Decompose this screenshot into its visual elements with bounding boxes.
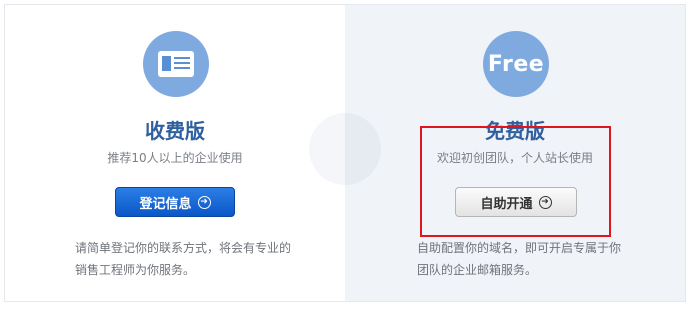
business-card-icon [143, 31, 209, 97]
divider-circle [309, 113, 381, 185]
free-plan-description: 自助配置你的域名，即可开启专属于你 团队的企业邮箱服务。 [417, 237, 657, 281]
free-desc-line: 团队的企业邮箱服务。 [417, 263, 538, 277]
register-info-label: 登记信息 [139, 196, 192, 212]
paid-plan-subtitle: 推荐10人以上的企业使用 [107, 151, 243, 165]
register-info-button[interactable]: 登记信息 ➜ [115, 187, 235, 217]
free-badge-text: Free [487, 51, 545, 77]
paid-plan-title: 收费版 [145, 119, 205, 143]
highlight-annotation-box [420, 126, 611, 237]
paid-plan-description: 请简单登记你的联系方式，将会有专业的 销售工程师为你服务。 [75, 237, 315, 281]
arrow-right-circle-icon: ➜ [197, 195, 211, 209]
paid-plan-panel: 收费版 推荐10人以上的企业使用 登记信息 ➜ 请简单登记你的联系方式，将会有专… [5, 5, 345, 301]
paid-desc-line: 销售工程师为你服务。 [75, 263, 196, 277]
free-desc-line: 自助配置你的域名，即可开启专属于你 [417, 241, 622, 255]
paid-desc-line: 请简单登记你的联系方式，将会有专业的 [75, 241, 292, 255]
free-badge-icon: Free [483, 31, 549, 97]
